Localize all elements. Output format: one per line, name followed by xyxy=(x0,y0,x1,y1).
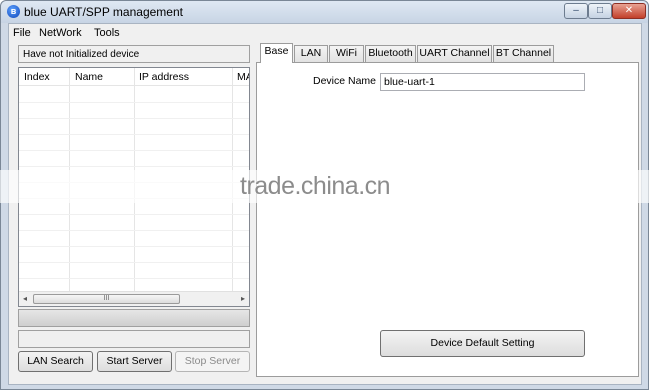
list-row xyxy=(19,87,249,103)
list-row xyxy=(19,263,249,279)
menu-file[interactable]: File xyxy=(13,27,31,39)
window-title: blue UART/SPP management xyxy=(24,5,183,19)
column-ip-address[interactable]: IP address xyxy=(139,71,189,83)
tab-uart-channel[interactable]: UART Channel xyxy=(417,45,492,62)
scrollbar-thumb[interactable]: III xyxy=(33,294,180,304)
menu-network[interactable]: NetWork xyxy=(39,27,82,39)
scroll-left-icon[interactable]: ◂ xyxy=(23,294,27,303)
status-bar xyxy=(18,330,250,348)
horizontal-scrollbar[interactable]: ◂ III ▸ xyxy=(19,291,249,306)
tab-bt-channel[interactable]: BT Channel xyxy=(493,45,554,62)
menu-tools[interactable]: Tools xyxy=(94,27,120,39)
start-server-button[interactable]: Start Server xyxy=(97,351,172,372)
minimize-button[interactable]: – xyxy=(564,3,588,19)
menu-bar: File NetWork Tools xyxy=(9,24,641,42)
maximize-button[interactable]: □ xyxy=(588,3,612,19)
scroll-right-icon[interactable]: ▸ xyxy=(241,294,245,303)
list-row xyxy=(19,135,249,151)
tab-lan[interactable]: LAN xyxy=(294,45,328,62)
column-mac[interactable]: MA xyxy=(237,71,249,83)
close-button[interactable]: ✕ xyxy=(612,3,646,19)
tab-base[interactable]: Base xyxy=(260,43,293,63)
client-area: File NetWork Tools Have not Initialized … xyxy=(8,23,642,385)
list-row xyxy=(19,103,249,119)
column-index[interactable]: Index xyxy=(24,71,50,83)
list-row xyxy=(19,215,249,231)
device-name-label: Device Name xyxy=(313,75,377,87)
list-row xyxy=(19,151,249,167)
column-name[interactable]: Name xyxy=(75,71,103,83)
stop-server-button[interactable]: Stop Server xyxy=(175,351,250,372)
tab-bluetooth[interactable]: Bluetooth xyxy=(365,45,416,62)
watermark-text: trade.china.cn xyxy=(240,172,391,200)
tab-panel-base: Device Name Device Default Setting xyxy=(256,62,639,377)
progress-bar xyxy=(18,309,250,327)
list-row xyxy=(19,119,249,135)
bluetooth-icon: ʙ xyxy=(7,5,20,18)
list-row xyxy=(19,247,249,263)
init-status-text: Have not Initialized device xyxy=(18,45,250,63)
list-row xyxy=(19,231,249,247)
lan-search-button[interactable]: LAN Search xyxy=(18,351,93,372)
tab-wifi[interactable]: WiFi xyxy=(329,45,364,62)
title-bar: ʙ blue UART/SPP management – □ ✕ xyxy=(1,1,648,23)
device-name-input[interactable] xyxy=(380,73,585,91)
device-default-setting-button[interactable]: Device Default Setting xyxy=(380,330,585,357)
